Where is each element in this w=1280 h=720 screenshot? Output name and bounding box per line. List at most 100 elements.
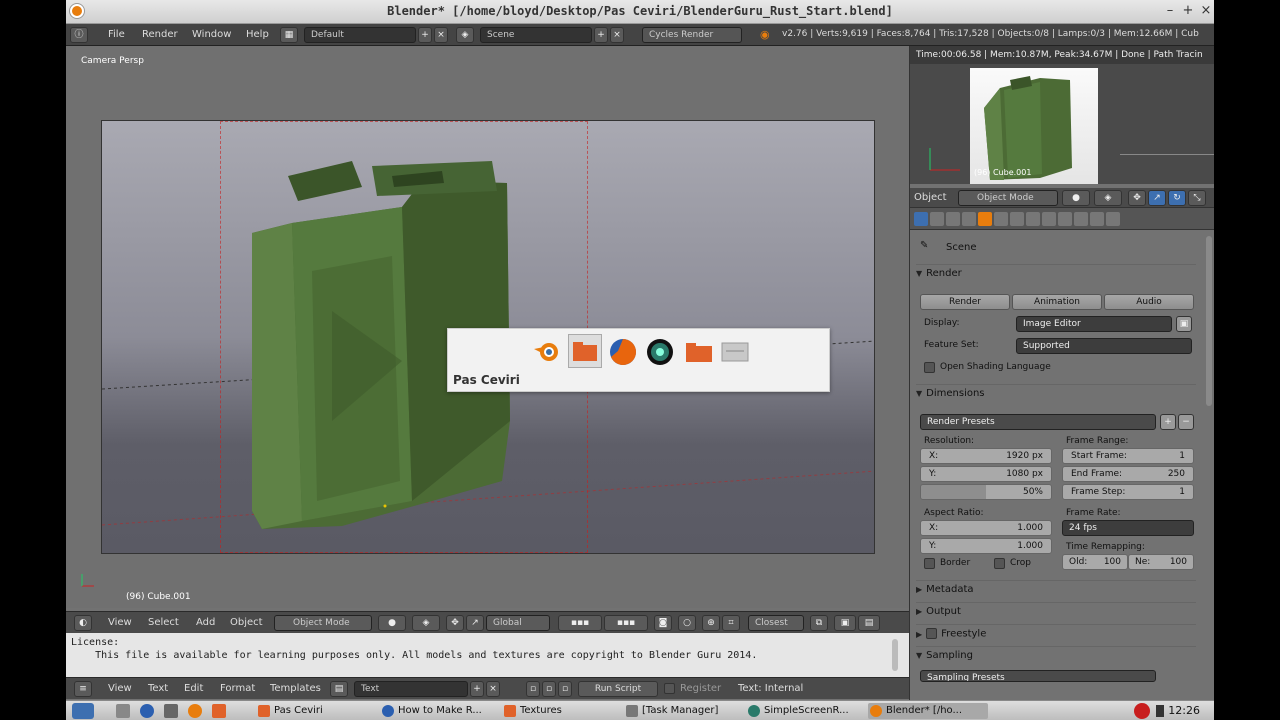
new-text-icon[interactable]: + bbox=[470, 681, 484, 697]
te-menu-format[interactable]: Format bbox=[220, 683, 255, 694]
lock-camera-icon[interactable]: ◙ bbox=[654, 615, 672, 631]
task-screen-recorder[interactable]: SimpleScreenR... bbox=[746, 703, 866, 719]
proportional-edit-icon[interactable]: ○ bbox=[678, 615, 696, 631]
pivot-point-icon[interactable]: ◈ bbox=[412, 615, 440, 631]
constraints-tab-icon[interactable] bbox=[994, 212, 1008, 226]
render-preview-icon[interactable]: ⧉ bbox=[810, 615, 828, 631]
sampling-presets-select[interactable]: Sampling Presets bbox=[920, 670, 1156, 682]
te-menu-templates[interactable]: Templates bbox=[270, 683, 321, 694]
word-wrap-icon[interactable]: ▫ bbox=[542, 681, 556, 697]
maximize-button[interactable]: + bbox=[1180, 3, 1196, 19]
audio-button[interactable]: Audio bbox=[1104, 294, 1194, 310]
line-numbers-icon[interactable]: ▫ bbox=[526, 681, 540, 697]
render-layers-tab-icon[interactable] bbox=[930, 212, 944, 226]
particles-tab-icon[interactable] bbox=[1074, 212, 1088, 226]
remove-scene-icon[interactable]: × bbox=[610, 27, 624, 43]
time-remap-old-field[interactable]: Old: 100 bbox=[1062, 554, 1128, 570]
text-datablock-icon[interactable]: ▤ bbox=[330, 681, 348, 697]
render-panel-header[interactable]: ▼ Render bbox=[916, 264, 1196, 284]
snap-target-select[interactable]: Closest bbox=[748, 615, 804, 631]
render-tab-icon[interactable] bbox=[914, 212, 928, 226]
scene-pin-icon[interactable]: ✎ bbox=[920, 240, 928, 251]
3d-view-editor-icon[interactable]: ◐ bbox=[74, 615, 92, 631]
modifiers-tab-icon[interactable] bbox=[1010, 212, 1024, 226]
props-object-mode-select[interactable]: Object Mode bbox=[958, 190, 1058, 206]
freestyle-panel-header[interactable]: ▶ Freestyle bbox=[916, 624, 1196, 644]
add-scene-icon[interactable]: + bbox=[594, 27, 608, 43]
dimensions-panel-header[interactable]: ▼ Dimensions bbox=[916, 384, 1196, 404]
text-scrollbar[interactable] bbox=[892, 639, 898, 671]
crop-checkbox[interactable] bbox=[994, 558, 1005, 569]
scene-icon[interactable]: ◈ bbox=[456, 27, 474, 43]
task-task-manager[interactable]: [Task Manager] bbox=[624, 703, 744, 719]
manipulator-icon[interactable]: ✥ bbox=[446, 615, 464, 631]
task-manager-app-icon[interactable] bbox=[720, 337, 750, 367]
end-frame-field[interactable]: End Frame: 250 bbox=[1062, 466, 1194, 482]
metadata-panel-header[interactable]: ▶ Metadata bbox=[916, 580, 1196, 600]
object-tab-icon[interactable] bbox=[978, 212, 992, 226]
render-engine-select[interactable]: Cycles Render bbox=[642, 27, 742, 43]
transform-orientation-select[interactable]: Global bbox=[486, 615, 550, 631]
display-select[interactable]: Image Editor bbox=[1016, 316, 1172, 332]
viewport-shading-icon[interactable]: ● bbox=[378, 615, 406, 631]
menu-file[interactable]: File bbox=[108, 29, 125, 40]
render-button[interactable]: Render bbox=[920, 294, 1010, 310]
terminal-launcher-icon[interactable] bbox=[164, 704, 178, 718]
osl-checkbox[interactable] bbox=[924, 362, 935, 373]
aspect-y-field[interactable]: Y: 1.000 bbox=[920, 538, 1052, 554]
editor-type-icon[interactable]: ⓘ bbox=[70, 27, 88, 43]
animation-button[interactable]: Animation bbox=[1012, 294, 1102, 310]
task-textures[interactable]: Textures bbox=[502, 703, 622, 719]
menu-help[interactable]: Help bbox=[246, 29, 269, 40]
3d-viewport[interactable]: Camera Persp (96) Cube.001 Pas Ceviri bbox=[66, 46, 909, 608]
add-layout-icon[interactable]: + bbox=[418, 27, 432, 43]
te-menu-view[interactable]: View bbox=[108, 683, 132, 694]
syntax-icon[interactable]: ▫ bbox=[558, 681, 572, 697]
task-browser[interactable]: How to Make R... bbox=[380, 703, 500, 719]
output-panel-header[interactable]: ▶ Output bbox=[916, 602, 1196, 622]
remove-layout-icon[interactable]: × bbox=[434, 27, 448, 43]
run-script-button[interactable]: Run Script bbox=[578, 681, 658, 697]
object-mode-select[interactable]: Object Mode bbox=[274, 615, 372, 631]
resolution-y-field[interactable]: Y: 1080 px bbox=[920, 466, 1052, 482]
translate-icon[interactable]: ↗ bbox=[466, 615, 484, 631]
start-frame-field[interactable]: Start Frame: 1 bbox=[1062, 448, 1194, 464]
folder-app-icon-selected[interactable] bbox=[568, 334, 602, 368]
menu-object[interactable]: Object bbox=[230, 617, 263, 628]
text-editor[interactable]: License: This file is available for lear… bbox=[66, 633, 909, 677]
minimize-button[interactable]: – bbox=[1162, 3, 1178, 19]
props-scale-icon[interactable]: ⤡ bbox=[1188, 190, 1206, 206]
register-checkbox[interactable] bbox=[664, 683, 675, 694]
opengl-anim-icon[interactable]: ▤ bbox=[858, 615, 880, 631]
extra-tab-icon[interactable] bbox=[1106, 212, 1120, 226]
browser-launcher-icon[interactable] bbox=[140, 704, 154, 718]
texture-tab-icon[interactable] bbox=[1058, 212, 1072, 226]
opengl-render-icon[interactable]: ▣ bbox=[834, 615, 856, 631]
scene-field[interactable]: Scene bbox=[480, 27, 592, 43]
menu-select[interactable]: Select bbox=[148, 617, 179, 628]
te-menu-text[interactable]: Text bbox=[148, 683, 168, 694]
physics-tab-icon[interactable] bbox=[1090, 212, 1104, 226]
record-indicator-icon[interactable] bbox=[1134, 703, 1150, 719]
aspect-x-field[interactable]: X: 1.000 bbox=[920, 520, 1052, 536]
text-editor-icon[interactable]: ≡ bbox=[74, 681, 92, 697]
add-preset-icon[interactable]: + bbox=[1160, 414, 1176, 430]
show-desktop-icon[interactable] bbox=[116, 704, 130, 718]
layers-grid-2-icon[interactable]: ▪▪▪ bbox=[604, 615, 648, 631]
task-pas-ceviri[interactable]: Pas Ceviri bbox=[256, 703, 376, 719]
sampling-panel-header[interactable]: ▼ Sampling bbox=[916, 646, 1196, 666]
layers-grid-icon[interactable]: ▪▪▪ bbox=[558, 615, 602, 631]
properties-scrollbar[interactable] bbox=[1206, 236, 1212, 406]
snap-element-icon[interactable]: ⌗ bbox=[722, 615, 740, 631]
freestyle-checkbox[interactable] bbox=[926, 628, 938, 639]
screen-layout-field[interactable]: Default bbox=[304, 27, 416, 43]
menu-render[interactable]: Render bbox=[142, 29, 178, 40]
text-datablock-field[interactable]: Text bbox=[354, 681, 468, 697]
menu-view[interactable]: View bbox=[108, 617, 132, 628]
firefox-app-icon[interactable] bbox=[608, 337, 638, 367]
start-menu-icon[interactable] bbox=[72, 703, 94, 719]
props-shading-icon[interactable]: ● bbox=[1062, 190, 1090, 206]
close-button[interactable]: × bbox=[1198, 3, 1214, 19]
resolution-x-field[interactable]: X: 1920 px bbox=[920, 448, 1052, 464]
scene-tab-icon[interactable] bbox=[946, 212, 960, 226]
